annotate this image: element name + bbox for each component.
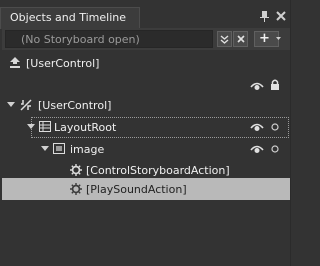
pin-icon[interactable] bbox=[259, 11, 270, 22]
expand-arrow-icon[interactable] bbox=[41, 146, 49, 152]
behavior-gear-icon bbox=[70, 164, 82, 176]
visibility-eye-icon[interactable] bbox=[250, 143, 264, 155]
dropdown-arrow-icon bbox=[275, 37, 281, 41]
expand-arrow-icon[interactable] bbox=[27, 124, 35, 130]
close-icon bbox=[236, 35, 245, 43]
storyboard-picker[interactable]: (No Storyboard open) bbox=[5, 30, 213, 48]
tree-item-layoutroot[interactable]: LayoutRoot bbox=[54, 121, 116, 134]
lock-toggle-icon[interactable] bbox=[271, 145, 279, 153]
image-icon bbox=[53, 143, 65, 154]
eye-icon[interactable] bbox=[250, 80, 264, 92]
behavior-gear-icon bbox=[70, 183, 82, 195]
lock-icon[interactable] bbox=[270, 79, 280, 91]
visibility-eye-icon[interactable] bbox=[250, 121, 264, 133]
close-icon[interactable] bbox=[276, 11, 286, 21]
expand-arrow-icon[interactable] bbox=[7, 102, 15, 108]
panel-title: Objects and Timeline bbox=[10, 11, 127, 24]
usercontrol-icon bbox=[20, 99, 32, 111]
grid-icon bbox=[39, 121, 51, 132]
lock-toggle-icon[interactable] bbox=[271, 123, 279, 131]
scope-up-icon[interactable] bbox=[9, 57, 21, 69]
scope-label[interactable]: [UserControl] bbox=[26, 57, 99, 70]
tree-item-controlstoryboardaction[interactable]: [ControlStoryboardAction] bbox=[86, 164, 230, 177]
tree-item-image[interactable]: image bbox=[70, 143, 104, 156]
add-label: + bbox=[259, 31, 270, 46]
close-storyboard-button[interactable] bbox=[233, 31, 248, 47]
panel-right-edge bbox=[290, 0, 291, 266]
storyboard-current: (No Storyboard open) bbox=[21, 33, 140, 46]
storyboard-options-button[interactable] bbox=[217, 31, 232, 47]
tree-item-playsoundaction[interactable]: [PlaySoundAction] bbox=[86, 183, 187, 196]
new-storyboard-button[interactable]: + bbox=[254, 31, 281, 47]
panel-tab[interactable]: Objects and Timeline bbox=[0, 7, 140, 29]
double-chevron-down-icon bbox=[220, 34, 229, 44]
tree-item-usercontrol[interactable]: [UserControl] bbox=[38, 99, 111, 112]
